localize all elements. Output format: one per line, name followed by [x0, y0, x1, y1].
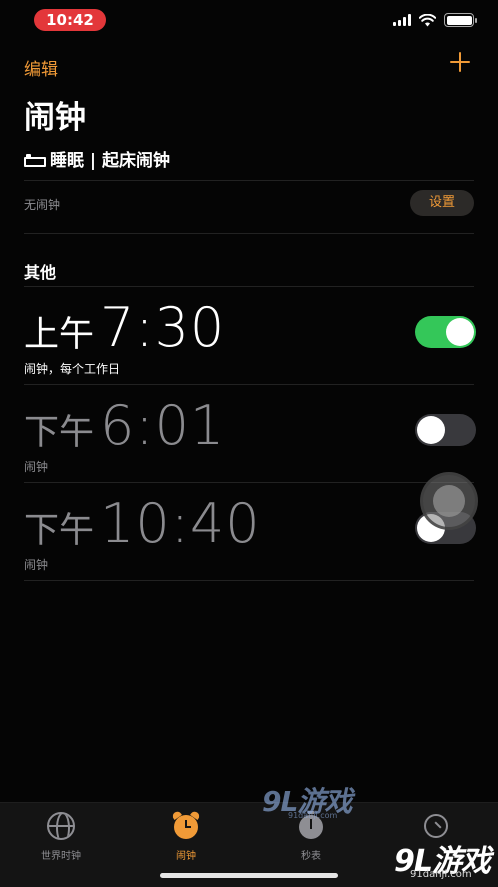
alarm-label: 闹钟 [24, 558, 49, 572]
alarm-label: 闹钟 [24, 460, 49, 474]
add-alarm-button[interactable] [448, 50, 472, 74]
wifi-icon [419, 13, 436, 26]
alarm-screen: 10:42 编辑 闹钟 睡眠 | 起床闹钟 无闹钟 设置 其他 上午 7:30 … [0, 0, 498, 887]
alarm-time: 上午 7:30 [24, 296, 225, 359]
globe-icon [47, 812, 75, 840]
tab-label: 秒表 [301, 851, 321, 862]
alarm-clock-time: 7:30 [100, 296, 226, 359]
alarm-period: 下午 [24, 413, 95, 453]
other-section-header: 其他 [24, 263, 57, 282]
alarm-period: 下午 [24, 511, 95, 551]
alarm-row[interactable]: 下午 6:01 闹钟 [0, 388, 498, 484]
status-icons [393, 12, 477, 28]
alarm-clock-icon [171, 809, 201, 841]
alarm-toggle[interactable] [415, 316, 476, 348]
corner-watermark-url: 91danji.com [410, 869, 472, 880]
status-bar: 10:42 [0, 0, 498, 40]
cellular-signal-icon [393, 14, 411, 26]
alarm-time: 下午 6:01 [24, 394, 225, 457]
alarm-label: 闹钟，每个工作日 [24, 362, 121, 376]
alarm-clock-time: 10:40 [100, 492, 261, 555]
sleep-section-header: 睡眠 | 起床闹钟 [24, 146, 170, 171]
toggle-knob [446, 318, 474, 346]
divider [24, 286, 474, 287]
edit-button[interactable]: 编辑 [24, 55, 58, 80]
home-indicator[interactable] [160, 873, 338, 878]
tab-label: 世界时钟 [41, 851, 81, 862]
no-alarm-label: 无闹钟 [24, 198, 61, 212]
divider [24, 384, 474, 385]
alarm-time: 下午 10:40 [24, 492, 261, 555]
tab-label: 闹钟 [176, 851, 196, 862]
alarm-clock-time: 6:01 [100, 394, 226, 457]
tab-world-clock[interactable]: 世界时钟 [16, 811, 106, 862]
page-title: 闹钟 [24, 100, 86, 136]
status-time[interactable]: 10:42 [34, 9, 106, 31]
tab-alarm[interactable]: 闹钟 [141, 809, 231, 862]
divider [24, 482, 474, 483]
alarm-period: 上午 [24, 315, 95, 355]
touch-indicator [420, 472, 478, 530]
alarm-toggle[interactable] [415, 414, 476, 446]
divider [24, 233, 474, 234]
setup-button[interactable]: 设置 [410, 190, 474, 216]
watermark-url: 91danji.com [288, 811, 338, 820]
divider [24, 180, 474, 181]
timer-icon [424, 814, 448, 838]
alarm-row[interactable]: 上午 7:30 闹钟，每个工作日 [0, 290, 498, 386]
battery-icon [444, 13, 477, 27]
toggle-knob [417, 416, 445, 444]
bed-icon [24, 153, 46, 167]
sleep-header-label: 睡眠 | 起床闹钟 [50, 151, 171, 171]
divider [24, 580, 474, 581]
